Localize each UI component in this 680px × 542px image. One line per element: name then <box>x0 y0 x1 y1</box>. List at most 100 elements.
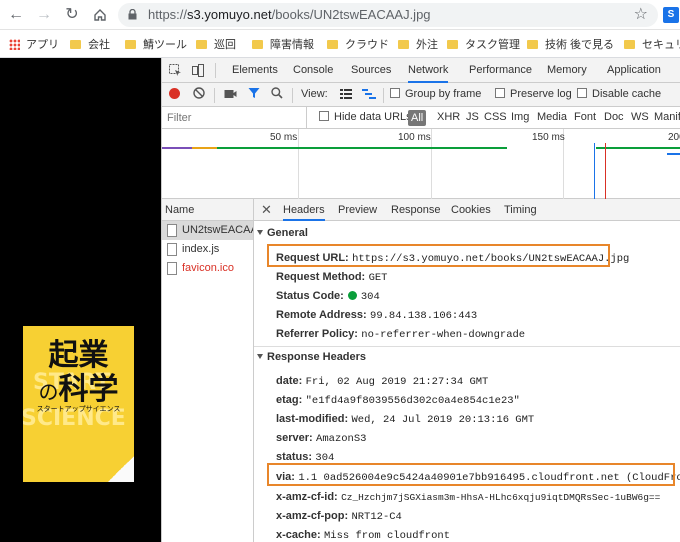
bookmark-folder[interactable]: 鯖ツール <box>125 36 187 52</box>
filter-input[interactable] <box>162 107 307 128</box>
filter-doc[interactable]: Doc <box>604 111 624 123</box>
clear-icon[interactable] <box>193 87 205 102</box>
list-view-icon[interactable] <box>340 89 352 102</box>
filter-css[interactable]: CSS <box>484 111 507 123</box>
bookmark-folder[interactable]: 会社 <box>70 36 110 52</box>
url-text: https://s3.yomuyo.net/books/UN2tswEACAAJ… <box>148 7 431 22</box>
timeline-gridline <box>431 129 432 199</box>
request-row-image[interactable]: UN2tswEACAAJ.jpg <box>162 221 253 240</box>
request-list: Name UN2tswEACAAJ.jpg index.js favicon.i… <box>162 199 254 542</box>
folder-icon <box>196 40 207 49</box>
filter-funnel-icon[interactable] <box>248 87 260 102</box>
book-subtitle: スタートアップサイエンス <box>36 405 121 413</box>
file-icon <box>167 262 177 275</box>
timeline-bar <box>192 147 217 149</box>
bookmark-folder[interactable]: 巡回 <box>196 36 236 52</box>
filter-manifest[interactable]: Manifest <box>654 111 680 123</box>
screenshot-camera-icon[interactable] <box>224 88 237 102</box>
bookmark-folder[interactable]: 外注 <box>398 36 438 52</box>
home-icon[interactable] <box>90 5 110 25</box>
devtools-panel: Elements Console Sources Network Perform… <box>161 58 680 542</box>
file-icon <box>167 224 177 237</box>
general-section-toggle[interactable]: General <box>257 227 308 239</box>
response-header-row: x-amz-cf-id: Cz_Hzchjm7jSGXiasm3m-HhsA-H… <box>276 491 661 503</box>
bookmark-folder[interactable]: クラウド <box>327 36 389 52</box>
hide-data-urls-checkbox[interactable]: Hide data URLs <box>319 111 412 123</box>
record-icon[interactable] <box>169 88 180 102</box>
filter-js[interactable]: JS <box>466 111 479 123</box>
tab-cookies[interactable]: Cookies <box>451 199 491 221</box>
group-by-frame-checkbox[interactable]: Group by frame <box>390 88 481 100</box>
separator <box>214 88 215 103</box>
bookmark-folder[interactable]: 障害情報 <box>252 36 314 52</box>
domcontentloaded-marker <box>594 143 595 199</box>
folder-icon <box>327 40 338 49</box>
timeline-bar <box>162 147 192 149</box>
filter-all-button[interactable]: All <box>408 110 427 126</box>
bookmark-folder[interactable]: 技術 後で見る <box>527 36 614 52</box>
response-headers-section-toggle[interactable]: Response Headers <box>257 351 366 363</box>
response-header-row: x-amz-cf-pop: NRT12-C4 <box>276 510 402 523</box>
separator <box>383 88 384 103</box>
tab-application[interactable]: Application <box>607 58 661 83</box>
browser-toolbar: ← → ↻ https://s3.yomuyo.net/books/UN2tsw… <box>0 0 680 30</box>
timeline-tick: 100 ms <box>398 132 431 143</box>
tab-elements[interactable]: Elements <box>232 58 278 83</box>
filter-img[interactable]: Img <box>511 111 529 123</box>
search-icon[interactable] <box>271 87 283 102</box>
view-label: View: <box>301 88 328 100</box>
request-method-row: Request Method: GET <box>276 271 388 284</box>
bookmarks-bar: アプリ 会社 鯖ツール 巡回 障害情報 クラウド 外注 タスク管理 技術 後で見… <box>0 30 680 58</box>
network-toolbar: View: Group by frame Preserve log Disabl… <box>162 83 680 107</box>
referrer-policy-row: Referrer Policy: no-referrer-when-downgr… <box>276 328 526 341</box>
request-row-favicon[interactable]: favicon.ico <box>162 259 253 278</box>
tab-network[interactable]: Network <box>408 58 449 83</box>
filter-ws[interactable]: WS <box>631 111 649 123</box>
status-ok-dot-icon <box>347 291 357 300</box>
tab-memory[interactable]: Memory <box>547 58 587 83</box>
filter-xhr[interactable]: XHR <box>437 111 460 123</box>
page-viewport: START SCIENCE 起業 の科学 スタートアップサイエンス <box>0 58 161 542</box>
preserve-log-checkbox[interactable]: Preserve log <box>495 88 572 100</box>
timeline-tick: 200 <box>668 132 680 143</box>
tab-response[interactable]: Response <box>391 199 441 221</box>
back-icon[interactable]: ← <box>6 5 26 25</box>
disable-cache-checkbox[interactable]: Disable cache <box>577 88 661 100</box>
timeline-bar <box>596 147 680 149</box>
status-code-row: Status Code: 304 <box>276 290 380 303</box>
detail-tabbar: ✕ Headers Preview Response Cookies Timin… <box>254 199 680 221</box>
folder-icon <box>125 40 136 49</box>
bookmark-folder[interactable]: セキュリティ <box>624 36 680 52</box>
tab-performance[interactable]: Performance <box>469 58 532 83</box>
tab-console[interactable]: Console <box>293 58 333 83</box>
tab-headers[interactable]: Headers <box>283 199 325 221</box>
filter-font[interactable]: Font <box>574 111 596 123</box>
request-row-script[interactable]: index.js <box>162 240 253 259</box>
section-divider <box>254 346 680 347</box>
timeline-tick: 150 ms <box>532 132 565 143</box>
extension-icon[interactable]: S <box>663 7 679 23</box>
folder-icon <box>70 40 81 49</box>
forward-icon[interactable]: → <box>34 5 54 25</box>
page-curl <box>108 456 134 482</box>
network-overview-timeline[interactable]: 50 ms 100 ms 150 ms 200 <box>162 129 680 199</box>
response-header-row: date: Fri, 02 Aug 2019 21:27:34 GMT <box>276 375 489 388</box>
tab-timing[interactable]: Timing <box>504 199 537 221</box>
filter-media[interactable]: Media <box>537 111 567 123</box>
reload-icon[interactable]: ↻ <box>62 5 82 25</box>
name-column-header[interactable]: Name <box>162 199 253 221</box>
response-header-row: last-modified: Wed, 24 Jul 2019 20:13:16… <box>276 413 535 426</box>
tab-preview[interactable]: Preview <box>338 199 377 221</box>
bookmark-apps[interactable]: アプリ <box>9 36 59 52</box>
close-icon[interactable]: ✕ <box>261 202 272 218</box>
address-bar[interactable]: https://s3.yomuyo.net/books/UN2tswEACAAJ… <box>118 3 658 27</box>
bookmark-star-icon[interactable]: ☆ <box>634 4 648 24</box>
book-cover-image: START SCIENCE 起業 の科学 スタートアップサイエンス <box>23 326 134 482</box>
tab-sources[interactable]: Sources <box>351 58 391 83</box>
inspect-element-icon[interactable] <box>169 58 182 83</box>
folder-icon <box>447 40 458 49</box>
bookmark-folder[interactable]: タスク管理 <box>447 36 520 52</box>
response-header-row: x-cache: Miss from cloudfront <box>276 529 451 542</box>
device-toolbar-icon[interactable] <box>192 58 204 83</box>
waterfall-view-icon[interactable] <box>362 89 376 102</box>
